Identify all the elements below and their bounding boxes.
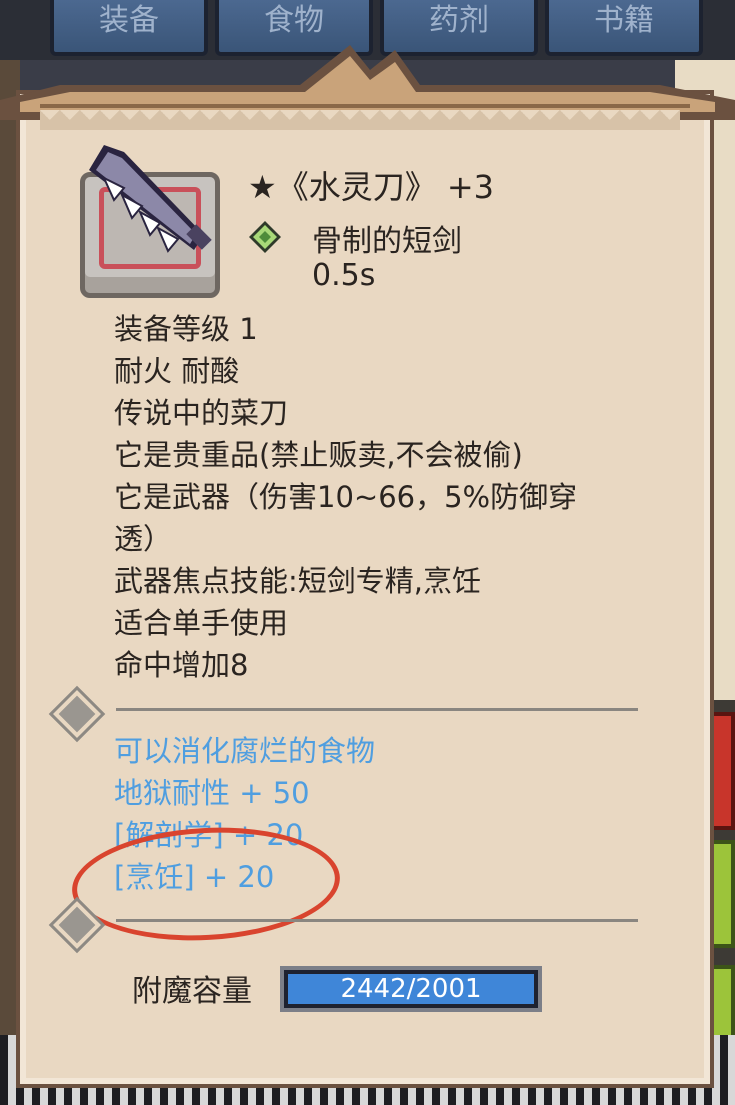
enchant-capacity-value: 2442/2001 — [340, 974, 482, 1004]
enchant-capacity-bar: 2442/2001 — [280, 966, 542, 1012]
tooltip-roof-ornament — [0, 45, 735, 120]
clipped-text-fragment — [116, 940, 216, 952]
enchant-capacity-label: 附魔容量 — [132, 974, 252, 1009]
section-divider — [116, 708, 638, 711]
stat-line: 它是武器（伤害10~66，5%防御穿 — [114, 480, 578, 514]
item-stats: 装备等级 1 耐火 耐酸 传说中的菜刀 它是贵重品(禁止贩卖,不会被偷) 它是武… — [114, 308, 577, 686]
enchantment-line: 地狱耐性 + 50 — [114, 776, 310, 810]
item-subtype: 骨制的短剑 — [312, 224, 462, 259]
dagger-icon — [89, 145, 212, 253]
panel-top-trim — [40, 110, 680, 130]
section-divider — [116, 919, 638, 922]
stat-line: 命中增加8 — [114, 648, 249, 682]
stat-line: 耐火 耐酸 — [114, 354, 240, 388]
stat-line: 武器焦点技能:短剑专精,烹饪 — [114, 564, 481, 598]
stat-line: 装备等级 1 — [114, 312, 258, 346]
enchantment-line: 可以消化腐烂的食物 — [114, 734, 376, 768]
attack-speed: 0.5s — [312, 258, 376, 293]
green-gem-icon — [249, 221, 281, 253]
stat-line: 传说中的菜刀 — [114, 396, 289, 430]
stat-line: 适合单手使用 — [114, 606, 289, 640]
item-title: ★《水灵刀》 +3 — [248, 168, 495, 206]
stat-line: 透） — [114, 522, 173, 556]
stat-line: 它是贵重品(禁止贩卖,不会被偷) — [114, 438, 523, 472]
